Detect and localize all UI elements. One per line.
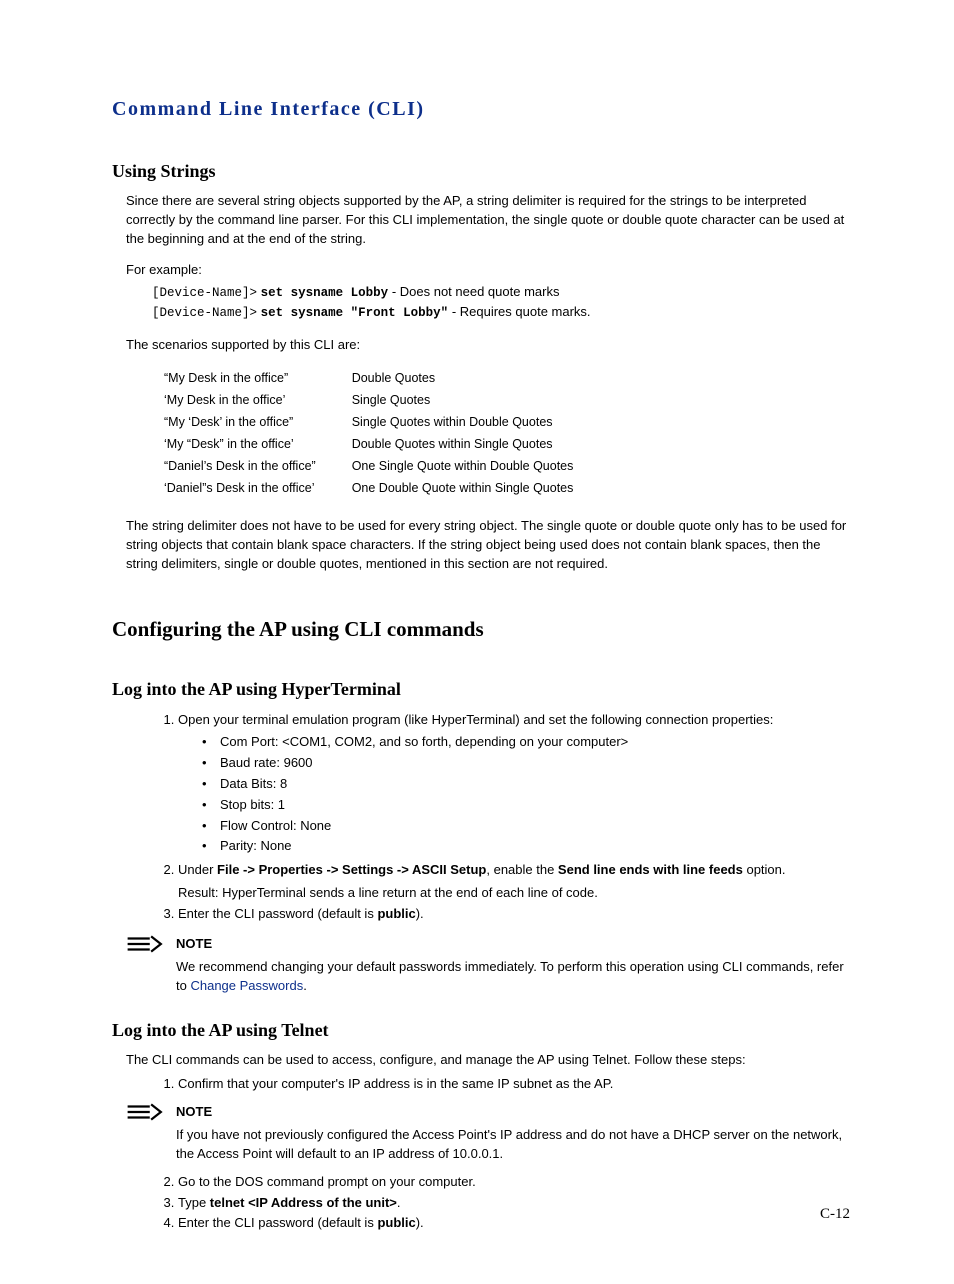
list-item: Enter the CLI password (default is publi…	[178, 1213, 850, 1234]
table-row: ‘My Desk in the office’Single Quotes	[164, 389, 573, 411]
list-item: Open your terminal emulation program (li…	[178, 710, 850, 860]
list-item: Data Bits: 8	[206, 774, 850, 795]
string-example: “Daniel’s Desk in the office”	[164, 455, 352, 477]
text: Type	[178, 1195, 210, 1210]
link-change-passwords[interactable]: Change Passwords	[190, 978, 303, 993]
note-arrow-icon	[126, 1103, 176, 1127]
result-text: Result: HyperTerminal sends a line retur…	[178, 884, 850, 903]
table-row: ‘My “Desk” in the office’Double Quotes w…	[164, 433, 573, 455]
bold-text: public	[377, 906, 415, 921]
bullet-list: Com Port: <COM1, COM2, and so forth, dep…	[178, 732, 850, 857]
string-desc: Double Quotes within Single Quotes	[352, 433, 574, 455]
note-heading: NOTE	[176, 1103, 850, 1122]
note-text: If you have not previously configured th…	[176, 1126, 850, 1164]
paragraph: Since there are several string objects s…	[126, 192, 850, 249]
bold-text: public	[377, 1215, 415, 1230]
list-item: Parity: None	[206, 836, 850, 857]
ordered-list: Go to the DOS command prompt on your com…	[112, 1172, 850, 1235]
list-item: Flow Control: None	[206, 816, 850, 837]
bold-text: File -> Properties -> Settings -> ASCII …	[217, 862, 486, 877]
list-item: Baud rate: 9600	[206, 753, 850, 774]
bold-text: telnet <IP Address of the unit>	[210, 1195, 397, 1210]
list-item: Com Port: <COM1, COM2, and so forth, dep…	[206, 732, 850, 753]
text: Enter the CLI password (default is	[178, 906, 377, 921]
table-row: ‘Daniel”s Desk in the office’One Double …	[164, 477, 573, 499]
table-row: “Daniel’s Desk in the office”One Single …	[164, 455, 573, 477]
string-desc: Single Quotes within Double Quotes	[352, 411, 574, 433]
list-item: Enter the CLI password (default is publi…	[178, 904, 850, 925]
paragraph: The scenarios supported by this CLI are:	[126, 336, 850, 355]
string-desc: Double Quotes	[352, 367, 574, 389]
scenarios-table: “My Desk in the office”Double Quotes ‘My…	[164, 367, 573, 500]
heading-configuring: Configuring the AP using CLI commands	[112, 614, 850, 644]
heading-using-strings: Using Strings	[112, 158, 850, 184]
note-heading: NOTE	[176, 935, 850, 954]
label-for-example: For example:	[126, 261, 850, 280]
prompt: [Device-Name]>	[152, 306, 257, 320]
chapter-title: Command Line Interface (CLI)	[112, 95, 850, 124]
text: Under	[178, 862, 217, 877]
example-tail: - Requires quote marks.	[452, 304, 591, 319]
note-text: We recommend changing your default passw…	[176, 958, 850, 996]
page-number: C-12	[820, 1204, 850, 1226]
example-line: [Device-Name]> set sysname "Front Lobby"…	[152, 303, 850, 322]
ordered-list: Open your terminal emulation program (li…	[112, 710, 850, 924]
string-example: ‘My “Desk” in the office’	[164, 433, 352, 455]
text: .	[397, 1195, 401, 1210]
string-desc: One Double Quote within Single Quotes	[352, 477, 574, 499]
page: Command Line Interface (CLI) Using Strin…	[0, 0, 954, 1284]
text: .	[303, 978, 307, 993]
string-example: ‘Daniel”s Desk in the office’	[164, 477, 352, 499]
text: ).	[416, 906, 424, 921]
paragraph: The string delimiter does not have to be…	[126, 517, 850, 574]
heading-hyperterminal: Log into the AP using HyperTerminal	[112, 676, 850, 702]
command: set sysname "Front Lobby"	[261, 306, 449, 320]
text: , enable the	[486, 862, 558, 877]
list-item: Confirm that your computer's IP address …	[178, 1074, 850, 1095]
string-desc: Single Quotes	[352, 389, 574, 411]
example-line: [Device-Name]> set sysname Lobby - Does …	[152, 283, 850, 302]
prompt: [Device-Name]>	[152, 286, 257, 300]
string-example: “My ‘Desk’ in the office”	[164, 411, 352, 433]
text: Enter the CLI password (default is	[178, 1215, 377, 1230]
text: ).	[416, 1215, 424, 1230]
string-example: ‘My Desk in the office’	[164, 389, 352, 411]
bold-text: Send line ends with line feeds	[558, 862, 743, 877]
note-arrow-icon	[126, 935, 176, 959]
command: set sysname Lobby	[261, 286, 389, 300]
note-block: NOTE If you have not previously configur…	[126, 1103, 850, 1164]
list-item: Under File -> Properties -> Settings -> …	[178, 860, 850, 904]
heading-telnet: Log into the AP using Telnet	[112, 1017, 850, 1043]
list-item: Type telnet <IP Address of the unit>.	[178, 1193, 850, 1214]
example-tail: - Does not need quote marks	[392, 284, 560, 299]
text: option.	[743, 862, 786, 877]
ordered-list: Confirm that your computer's IP address …	[112, 1074, 850, 1095]
table-row: “My Desk in the office”Double Quotes	[164, 367, 573, 389]
string-desc: One Single Quote within Double Quotes	[352, 455, 574, 477]
paragraph: The CLI commands can be used to access, …	[126, 1051, 850, 1070]
note-block: NOTE We recommend changing your default …	[126, 935, 850, 996]
list-item: Go to the DOS command prompt on your com…	[178, 1172, 850, 1193]
step-text: Open your terminal emulation program (li…	[178, 712, 773, 727]
list-item: Stop bits: 1	[206, 795, 850, 816]
table-row: “My ‘Desk’ in the office”Single Quotes w…	[164, 411, 573, 433]
string-example: “My Desk in the office”	[164, 367, 352, 389]
